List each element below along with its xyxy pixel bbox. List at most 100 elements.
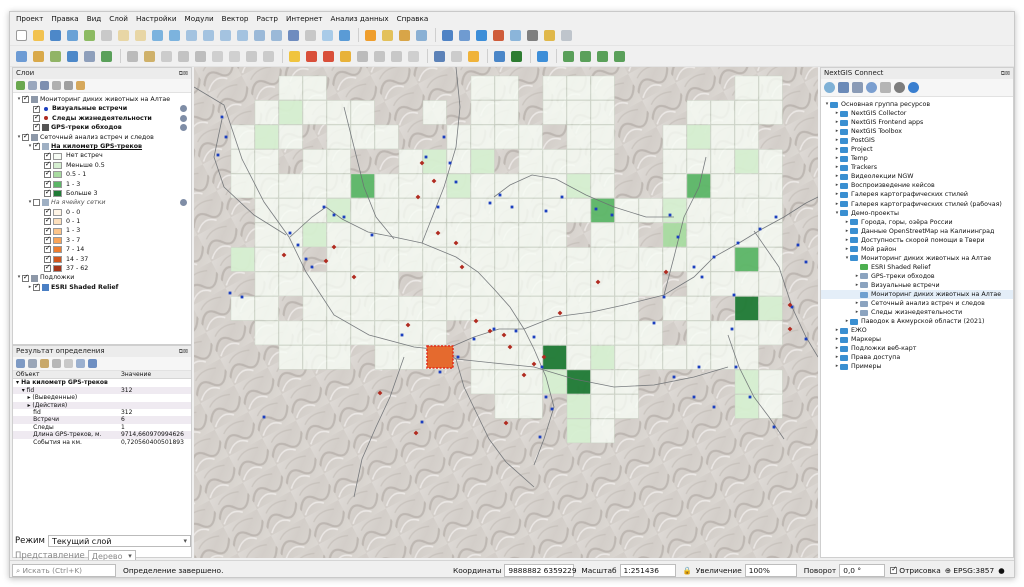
layer-visibility-checkbox[interactable] (44, 160, 51, 169)
grid-cell[interactable] (590, 247, 615, 272)
grid-cell[interactable] (302, 345, 327, 370)
grid-cell[interactable] (590, 124, 615, 150)
sighting-point[interactable] (454, 180, 458, 184)
sighting-point[interactable] (488, 201, 492, 205)
grid-cell[interactable] (422, 173, 447, 199)
layer-visibility-checkbox[interactable] (44, 169, 51, 179)
layer-visibility-checkbox[interactable] (33, 141, 40, 151)
grid-cell[interactable] (494, 198, 519, 223)
grid-cell[interactable] (662, 345, 687, 370)
grid-cell[interactable] (470, 320, 495, 346)
layer-visibility-checkbox[interactable] (44, 254, 51, 263)
sighting-point[interactable] (492, 327, 496, 331)
identify-row[interactable]: События на км. 0,720560400501893 (13, 439, 191, 446)
lock-icon[interactable]: 🔒 (683, 566, 692, 575)
grid-cell[interactable] (302, 296, 327, 321)
main-tool-icon[interactable] (286, 28, 301, 43)
resource-item[interactable]: ESRI Shaded Relief (821, 263, 1013, 272)
resource-item[interactable]: ▸ Trackers (821, 163, 1013, 172)
layer-tree-item[interactable]: 1 - 3 (13, 226, 191, 235)
resource-item[interactable]: ▸ Права доступа (821, 353, 1013, 362)
grid-cell[interactable] (566, 173, 591, 199)
grid-cell[interactable] (470, 345, 495, 370)
grid-cell[interactable] (758, 394, 783, 419)
grid-cell[interactable] (662, 222, 687, 248)
sighting-point[interactable] (652, 321, 656, 325)
coordinate-field[interactable]: 9888882 6359229 (504, 563, 577, 577)
grid-cell[interactable] (518, 247, 543, 272)
grid-cell[interactable] (302, 75, 327, 101)
grid-cell[interactable] (446, 173, 471, 199)
menu-item[interactable]: Вектор (218, 12, 253, 25)
menu-item[interactable]: Настройки (132, 12, 181, 25)
edit-tool-icon[interactable] (159, 49, 174, 64)
collapse-icon[interactable] (64, 81, 73, 90)
grid-cell[interactable] (278, 75, 303, 101)
edit-tool-icon[interactable] (338, 49, 353, 64)
main-tool-icon[interactable] (525, 28, 540, 43)
sighting-point[interactable] (498, 193, 502, 197)
edit-tool-icon[interactable] (99, 49, 114, 64)
grid-cell[interactable] (446, 149, 471, 174)
grid-cell[interactable] (542, 320, 567, 346)
grid-cell[interactable] (374, 345, 399, 370)
grid-cell[interactable] (422, 271, 447, 297)
grid-cell[interactable] (542, 75, 567, 101)
grid-cell[interactable] (398, 149, 423, 174)
sighting-point[interactable] (228, 291, 232, 295)
locator-search-input[interactable]: ⌕ Искать (Ctrl+K) (12, 563, 116, 577)
main-tool-icon[interactable] (48, 28, 63, 43)
grid-cell[interactable] (326, 345, 351, 370)
layer-tree-item[interactable]: ▾На километр GPS-треков (13, 141, 191, 151)
grid-cell[interactable] (446, 271, 471, 297)
crs-button[interactable]: ⊕ EPSG:3857 (945, 566, 994, 575)
identify-row[interactable]: ▾ fid 312 (13, 386, 191, 395)
help-icon[interactable] (908, 82, 919, 93)
sighting-point[interactable] (456, 355, 460, 359)
resource-item[interactable]: ▾ Демо-проекты (821, 209, 1013, 218)
grid-cell[interactable] (374, 296, 399, 321)
grid-cell[interactable] (710, 271, 735, 297)
grid-cell[interactable] (278, 124, 303, 150)
sighting-point[interactable] (216, 153, 220, 157)
grid-cell[interactable] (470, 173, 495, 199)
grid-cell[interactable] (590, 418, 615, 444)
grid-cell[interactable] (566, 418, 591, 444)
grid-cell[interactable] (230, 149, 255, 174)
sighting-point[interactable] (730, 327, 734, 331)
sighting-point[interactable] (676, 235, 680, 239)
layer-tree-item[interactable]: Нет встреч (13, 151, 191, 160)
grid-cell[interactable] (326, 100, 351, 125)
grid-cell[interactable] (710, 124, 735, 150)
sighting-point[interactable] (692, 395, 696, 399)
resource-item[interactable]: ▸ Видеолекции NGW (821, 172, 1013, 181)
menu-item[interactable]: Слой (105, 12, 132, 25)
grid-cell[interactable] (326, 320, 351, 346)
grid-cell[interactable] (374, 124, 399, 150)
sighting-point[interactable] (322, 205, 326, 209)
remove-layer-icon[interactable] (76, 81, 85, 90)
grid-cell[interactable] (398, 296, 423, 321)
grid-cell[interactable] (518, 296, 543, 321)
expand-tree-icon[interactable] (16, 359, 25, 368)
grid-cell[interactable] (614, 394, 639, 419)
sighting-point[interactable] (544, 395, 548, 399)
grid-cell[interactable] (590, 271, 615, 297)
layer-visibility-checkbox[interactable] (33, 282, 40, 291)
main-tool-icon[interactable] (235, 28, 250, 43)
resource-item[interactable]: ▸ ЕЖО (821, 326, 1013, 335)
grid-cell[interactable] (566, 100, 591, 125)
grid-cell[interactable] (590, 222, 615, 248)
layer-visibility-checkbox[interactable] (44, 207, 51, 216)
sighting-point[interactable] (804, 260, 808, 264)
grid-cell[interactable] (254, 100, 279, 125)
collapse-tree-icon[interactable] (28, 359, 37, 368)
grid-cell[interactable] (590, 149, 615, 174)
grid-cell[interactable] (542, 345, 567, 370)
layer-notice-icon[interactable] (180, 105, 187, 113)
layer-visibility-checkbox[interactable] (44, 188, 51, 198)
layer-tree-item[interactable]: 7 - 14 (13, 244, 191, 254)
main-tool-icon[interactable] (269, 28, 284, 43)
grid-cell[interactable] (446, 198, 471, 223)
grid-cell[interactable] (278, 173, 303, 199)
